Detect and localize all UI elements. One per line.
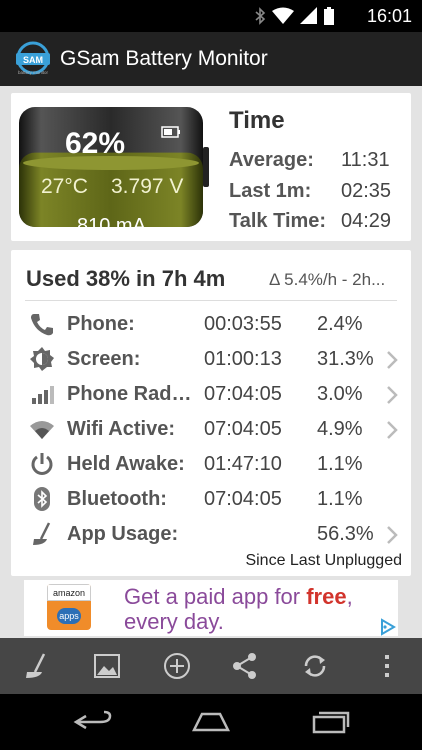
battery-graphic: 62% 27°C 3.797 V 810 mA (19, 107, 209, 237)
home-icon[interactable] (190, 710, 232, 734)
navigation-bar (0, 694, 422, 750)
bluetooth-status-icon (255, 7, 266, 25)
chevron-right-icon[interactable] (385, 525, 399, 545)
wifi-icon (30, 421, 54, 439)
time-value: 02:35 (341, 180, 392, 202)
time-row-average: Average: 11:31 (229, 149, 390, 172)
usage-percent: 3.0% (317, 383, 363, 405)
battery-status-icon (324, 7, 334, 25)
ad-text-line2: every day. (124, 609, 224, 634)
broom-icon[interactable] (22, 652, 50, 680)
adchoices-icon[interactable] (378, 618, 396, 636)
battery-summary-card: 62% 27°C 3.797 V 810 mA Time Average: 11… (11, 93, 411, 241)
screen-brightness-icon (30, 347, 54, 371)
wifi-status-icon (272, 7, 294, 24)
image-icon[interactable] (93, 652, 121, 680)
time-label: Last 1m: (229, 180, 312, 202)
usage-name: Held Awake: (67, 453, 185, 475)
chevron-right-icon[interactable] (385, 350, 399, 370)
usage-name: Bluetooth: (67, 488, 167, 510)
overflow-menu-icon[interactable] (373, 652, 401, 680)
phone-icon (31, 314, 53, 336)
usage-title: Used 38% in 7h 4m (26, 266, 226, 291)
time-value: 04:29 (341, 210, 392, 232)
usage-card: Used 38% in 7h 4m Δ 5.4%/h - 2h... Phone… (11, 250, 411, 576)
time-label: Average: (229, 149, 314, 171)
ad-icon-badge: apps (57, 608, 81, 624)
logo-text: SAM (23, 55, 43, 65)
time-row-last-1m: Last 1m: 02:35 (229, 180, 391, 203)
chevron-right-icon[interactable] (385, 385, 399, 405)
status-bar: 16:01 (0, 0, 422, 32)
usage-duration: 07:04:05 (204, 383, 282, 405)
ad-text[interactable]: Get a paid app for free, every day. (124, 584, 353, 634)
battery-temperature: 27°C (41, 175, 88, 198)
usage-duration: 07:04:05 (204, 488, 282, 510)
usage-rate[interactable]: Δ 5.4%/h - 2h... (269, 270, 385, 290)
signal-status-icon (300, 7, 317, 24)
signal-bars-icon (32, 386, 54, 404)
usage-row-phone-radio[interactable]: Phone Rad… 07:04:05 3.0% (11, 377, 411, 411)
amazon-apps-icon[interactable]: amazon apps (47, 584, 91, 630)
recent-apps-icon[interactable] (310, 710, 352, 734)
back-icon[interactable] (72, 710, 114, 734)
ad-icon-top-text: amazon (47, 584, 91, 601)
usage-duration: 07:04:05 (204, 418, 282, 440)
battery-icon (19, 107, 209, 227)
usage-row-screen[interactable]: Screen: 01:00:13 31.3% (11, 342, 411, 376)
status-time: 16:01 (366, 6, 412, 26)
usage-duration: 00:03:55 (204, 313, 282, 335)
ad-text-before: Get a paid app for (124, 584, 307, 609)
divider (25, 300, 397, 301)
gsam-logo-icon: SAM battery monitor (16, 41, 50, 75)
usage-row-wifi[interactable]: Wifi Active: 07:04:05 4.9% (11, 412, 411, 446)
refresh-icon[interactable] (301, 652, 329, 680)
battery-current: 810 mA (77, 215, 146, 237)
time-value: 11:31 (341, 149, 390, 171)
status-icons (254, 7, 334, 25)
usage-name: Phone Rad… (67, 383, 192, 405)
power-icon (31, 453, 53, 475)
usage-percent: 1.1% (317, 488, 363, 510)
usage-percent: 4.9% (317, 418, 363, 440)
since-last-unplugged-label[interactable]: Since Last Unplugged (245, 552, 402, 570)
time-row-talk-time: Talk Time: 04:29 (229, 210, 391, 233)
app-title: GSam Battery Monitor (60, 47, 268, 70)
time-label: Talk Time: (229, 210, 327, 232)
usage-name: Phone: (67, 313, 135, 335)
bluetooth-icon (34, 487, 50, 511)
battery-percent: 62% (65, 127, 126, 160)
usage-percent: 31.3% (317, 348, 374, 370)
share-icon[interactable] (231, 652, 259, 680)
usage-row-phone[interactable]: Phone: 00:03:55 2.4% (11, 307, 411, 341)
usage-percent: 56.3% (317, 523, 374, 545)
app-bar: SAM battery monitor GSam Battery Monitor (0, 32, 422, 86)
ad-text-bold: free (306, 584, 347, 609)
usage-name: Screen: (67, 348, 141, 370)
bottom-toolbar (0, 638, 422, 694)
usage-name: App Usage: (67, 523, 179, 545)
time-title: Time (229, 107, 285, 134)
battery-voltage: 3.797 V (111, 175, 184, 198)
usage-duration: 01:47:10 (204, 453, 282, 475)
usage-percent: 2.4% (317, 313, 363, 335)
logo-subtext: battery monitor (18, 70, 49, 75)
add-circle-icon[interactable] (163, 652, 191, 680)
usage-row-app-usage[interactable]: App Usage: 56.3% (11, 517, 411, 551)
usage-name: Wifi Active: (67, 418, 175, 440)
usage-row-held-awake[interactable]: Held Awake: 01:47:10 1.1% (11, 447, 411, 481)
chevron-right-icon[interactable] (385, 420, 399, 440)
usage-duration: 01:00:13 (204, 348, 282, 370)
usage-percent: 1.1% (317, 453, 363, 475)
broom-icon (33, 522, 51, 545)
usage-row-bluetooth[interactable]: Bluetooth: 07:04:05 1.1% (11, 482, 411, 516)
ad-text-after: , (346, 584, 353, 609)
